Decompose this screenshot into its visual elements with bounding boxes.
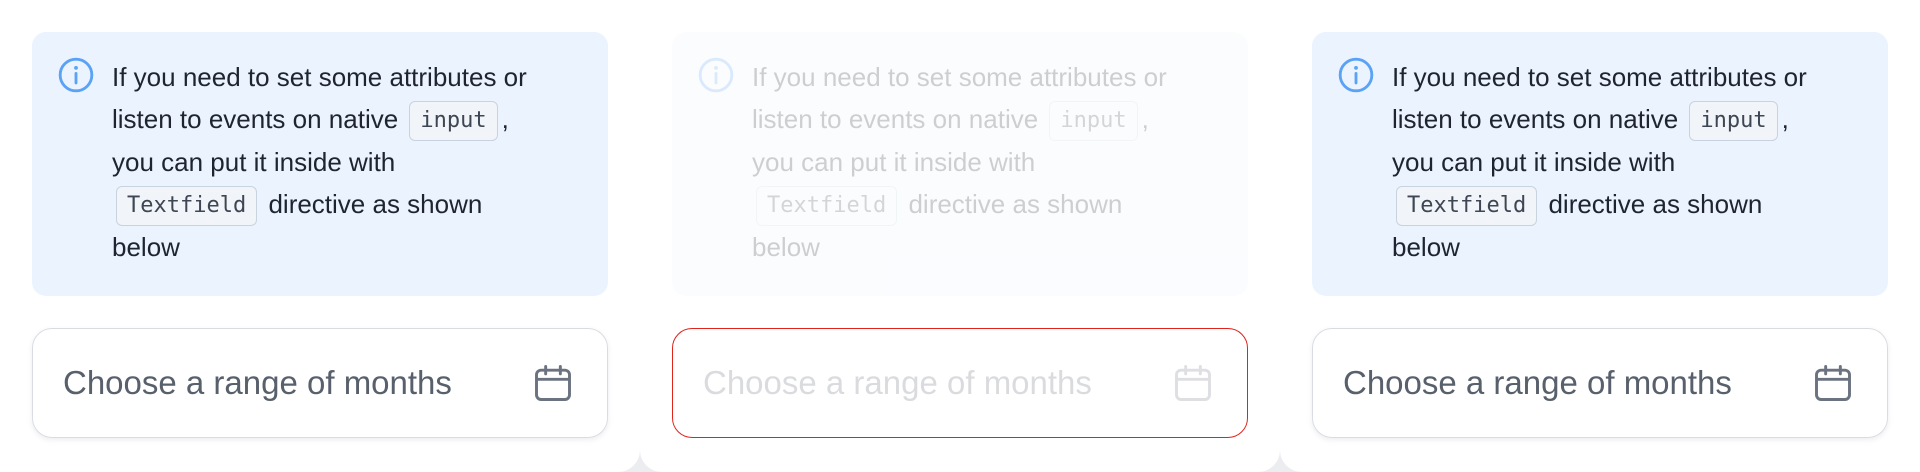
alert-line-1: If you need to set some attributes or <box>112 62 527 92</box>
alert-comma: , <box>1781 104 1789 134</box>
demo-panel-normal: If you need to set some attributes or li… <box>0 0 640 472</box>
alert-line-5: below <box>112 232 180 263</box>
month-range-field[interactable]: Choose a range of months <box>32 328 608 438</box>
month-range-placeholder: Choose a range of months <box>1343 364 1732 401</box>
alert-line-1: If you need to set some attributes or <box>1392 62 1807 92</box>
demo-panel-normal-2: If you need to set some attributes or li… <box>1280 0 1920 472</box>
month-range-placeholder: Choose a range of months <box>63 364 452 401</box>
alert-text: If you need to set some attributes or li… <box>752 56 1222 268</box>
alert-line-2: listen to events on native <box>112 104 399 134</box>
alert-text: If you need to set some attributes or li… <box>112 56 582 268</box>
alert-line-3: you can put it inside with <box>752 147 1036 178</box>
code-input: input <box>1049 101 1138 142</box>
demo-panel-disabled-invalid: If you need to set some attributes or li… <box>640 0 1280 472</box>
month-range-field-invalid: Choose a range of months <box>672 328 1248 438</box>
alert-line-4: directive as shown <box>1548 189 1763 220</box>
info-alert: If you need to set some attributes or li… <box>32 32 608 296</box>
alert-line-4: directive as shown <box>268 189 483 220</box>
alert-line-3: you can put it inside with <box>1392 147 1676 178</box>
code-textfield: Textfield <box>116 186 258 227</box>
info-icon <box>1338 57 1374 93</box>
calendar-icon <box>1175 365 1211 401</box>
alert-line-1: If you need to set some attributes or <box>752 62 1167 92</box>
code-input: input <box>409 101 498 142</box>
alert-comma: , <box>501 104 509 134</box>
info-icon <box>698 57 734 93</box>
calendar-icon[interactable] <box>531 361 575 405</box>
alert-line-2: listen to events on native <box>752 104 1039 134</box>
alert-comma: , <box>1141 104 1149 134</box>
alert-line-2: listen to events on native <box>1392 104 1679 134</box>
alert-text: If you need to set some attributes or li… <box>1392 56 1862 268</box>
alert-line-5: below <box>1392 232 1460 263</box>
alert-line-3: you can put it inside with <box>112 147 396 178</box>
alert-line-4: directive as shown <box>908 189 1123 220</box>
info-icon <box>58 57 94 93</box>
month-range-field[interactable]: Choose a range of months <box>1312 328 1888 438</box>
code-textfield: Textfield <box>756 186 898 227</box>
month-range-placeholder: Choose a range of months <box>703 364 1092 401</box>
info-alert-disabled: If you need to set some attributes or li… <box>672 32 1248 296</box>
alert-line-5: below <box>752 232 820 263</box>
textfield-demo-panels: If you need to set some attributes or li… <box>0 0 1920 472</box>
code-textfield: Textfield <box>1396 186 1538 227</box>
code-input: input <box>1689 101 1778 142</box>
info-alert: If you need to set some attributes or li… <box>1312 32 1888 296</box>
calendar-icon[interactable] <box>1811 361 1855 405</box>
